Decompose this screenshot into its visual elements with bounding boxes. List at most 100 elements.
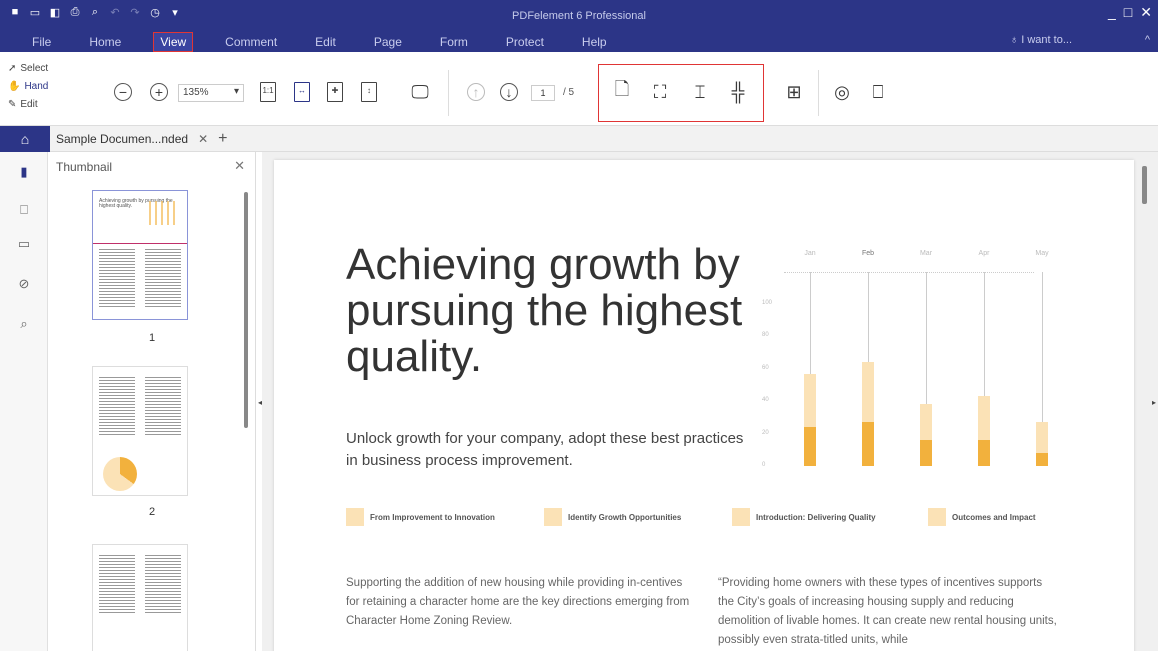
- actual-size-label: 1:1: [262, 86, 274, 95]
- previous-page-button[interactable]: ↑: [467, 83, 485, 101]
- edit-mode-button[interactable]: ✎ Edit: [8, 96, 48, 114]
- two-page-scroll-button[interactable]: ╬: [726, 80, 750, 104]
- y-tick-label: 80: [762, 332, 769, 339]
- comment-icon[interactable]: ▭: [16, 236, 32, 252]
- zoom-value: 135%: [183, 87, 209, 98]
- two-page-icon: ⌶: [694, 81, 706, 102]
- document-headline: Achieving growth by pursuing the highest…: [346, 240, 743, 381]
- fit-width-icon: ↔: [298, 86, 306, 95]
- menu-comment[interactable]: Comment: [219, 33, 283, 51]
- menu-view[interactable]: View: [153, 32, 194, 52]
- document-subtext: Unlock growth for your company, adopt th…: [346, 430, 744, 469]
- cursor-icon: ➚: [8, 63, 17, 74]
- hand-label: Hand: [24, 81, 49, 92]
- thumbnail-text: [99, 249, 135, 309]
- i-want-to-label: I want to...: [1021, 34, 1072, 46]
- collapse-ribbon-icon[interactable]: ^: [1145, 34, 1150, 46]
- step-item: From Improvement to Innovation: [346, 508, 495, 526]
- step-label: Outcomes and Impact: [952, 512, 1036, 522]
- search-icon[interactable]: ⌕: [16, 316, 32, 332]
- thumbnail-scrollbar[interactable]: [244, 192, 248, 428]
- close-icon[interactable]: ✕: [1140, 4, 1152, 21]
- single-page-button[interactable]: 🗋: [610, 79, 634, 104]
- step-item: Outcomes and Impact: [928, 508, 1036, 526]
- thumbnail-page-2[interactable]: [92, 366, 188, 496]
- thumbnail-panel-title: Thumbnail: [56, 160, 113, 174]
- bookmark-button[interactable]: ⎕: [866, 80, 890, 104]
- thumbnail-chart: [149, 201, 179, 225]
- thumbnail-page-1[interactable]: Achieving growth by pursuing the highest…: [92, 190, 188, 320]
- home-tab[interactable]: ⌂: [0, 126, 50, 152]
- body-column-2: “Providing home owners with these types …: [718, 577, 1057, 646]
- step-item: Identify Growth Opportunities: [544, 508, 681, 526]
- menu-form[interactable]: Form: [434, 33, 474, 51]
- menu-edit[interactable]: Edit: [309, 33, 342, 51]
- snapshot-button[interactable]: ◎: [830, 80, 854, 104]
- single-page-scroll-button[interactable]: ⛶: [648, 80, 672, 104]
- fit-width-button[interactable]: ↔: [294, 82, 310, 102]
- thumbnail-panel: Thumbnail ✕ Achieving growth by pursuing…: [48, 152, 256, 651]
- bar-dark: [920, 440, 932, 466]
- y-tick-label: 0: [762, 462, 766, 468]
- pdf-page: Achieving growth by pursuing the highest…: [274, 160, 1134, 651]
- arrow-up-icon: ↑: [472, 84, 480, 100]
- maximize-icon[interactable]: □: [1124, 4, 1132, 21]
- zoom-in-button[interactable]: +: [150, 83, 168, 101]
- new-tab-icon[interactable]: +: [218, 130, 227, 148]
- chart-stem: [984, 272, 985, 397]
- bookmark-icon[interactable]: ⎕: [16, 202, 32, 218]
- attachment-icon[interactable]: ⊘: [16, 276, 32, 292]
- thumbnail-label-1: 1: [148, 332, 156, 344]
- actual-size-button[interactable]: 1:1: [260, 82, 276, 102]
- minimize-icon[interactable]: _: [1108, 4, 1116, 21]
- y-tick-label: 60: [762, 364, 769, 371]
- body-column-1: Supporting the addition of new housing w…: [346, 577, 690, 627]
- full-screen-button[interactable]: 🖵: [408, 80, 432, 104]
- arrow-down-icon: ↓: [505, 84, 513, 100]
- document-scrollbar[interactable]: [1142, 166, 1147, 204]
- two-page-button[interactable]: ⌶: [688, 80, 712, 104]
- fit-page-button[interactable]: ✚: [327, 82, 343, 102]
- y-tick-label: 100: [762, 300, 773, 306]
- thumbnail-text: [145, 555, 181, 615]
- chart-stem: [1042, 272, 1043, 423]
- select-mode-button[interactable]: ➚ Select: [8, 60, 48, 78]
- i-want-to-search[interactable]: ♁ I want to...: [1010, 34, 1072, 46]
- lightbulb-icon: ♁: [1009, 34, 1019, 46]
- menu-file[interactable]: File: [26, 33, 57, 51]
- visible-area-indicator[interactable]: Achieving growth by pursuing the highest…: [93, 191, 187, 244]
- thumbnail-page-3[interactable]: [92, 544, 188, 651]
- camera-icon: ◎: [834, 81, 850, 102]
- bar-dark: [1036, 453, 1048, 466]
- menu-page[interactable]: Page: [368, 33, 408, 51]
- menu-home[interactable]: Home: [83, 33, 127, 51]
- ribbon-separator: [448, 70, 449, 116]
- expand-right-panel-icon[interactable]: ▸: [1152, 398, 1156, 407]
- document-tab[interactable]: Sample Documen...nded ✕ +: [56, 126, 227, 152]
- thumbnail-pie: [103, 457, 137, 491]
- menu-protect[interactable]: Protect: [500, 33, 550, 51]
- thumbnails-view-button[interactable]: ⊞: [782, 80, 806, 104]
- page-number-input[interactable]: 1: [531, 85, 555, 101]
- zoom-out-button[interactable]: −: [114, 83, 132, 101]
- document-tab-bar: ⌂ Sample Documen...nded ✕ +: [0, 126, 1158, 152]
- x-tick-label: May: [1035, 250, 1049, 257]
- step-item: Introduction: Delivering Quality: [732, 508, 876, 526]
- thumbnail-label-2: 2: [148, 506, 156, 518]
- close-panel-icon[interactable]: ✕: [234, 158, 245, 174]
- fit-visible-button[interactable]: ↕: [361, 82, 377, 102]
- x-tick-label: Feb: [861, 250, 875, 257]
- pages-icon[interactable]: ▮: [16, 164, 32, 180]
- single-page-icon: 🗋: [614, 79, 630, 99]
- steps-row: From Improvement to Innovation Identify …: [346, 508, 1066, 532]
- thumbnail-text: [145, 249, 181, 309]
- title-bar: ■ ▭ ◧ ⎙ ⌕ ↶ ↷ ◷ ▾ PDFelement 6 Professio…: [0, 0, 1158, 52]
- hand-mode-button[interactable]: ✋ Hand: [8, 78, 48, 96]
- next-page-button[interactable]: ↓: [500, 83, 518, 101]
- page-total: / 5: [563, 87, 575, 98]
- close-tab-icon[interactable]: ✕: [198, 132, 208, 146]
- zoom-select[interactable]: 135% ▾: [178, 84, 244, 102]
- menu-bar: File Home View Comment Edit Page Form Pr…: [0, 32, 639, 52]
- menu-help[interactable]: Help: [576, 33, 613, 51]
- fit-page-icon: ✚: [331, 86, 339, 95]
